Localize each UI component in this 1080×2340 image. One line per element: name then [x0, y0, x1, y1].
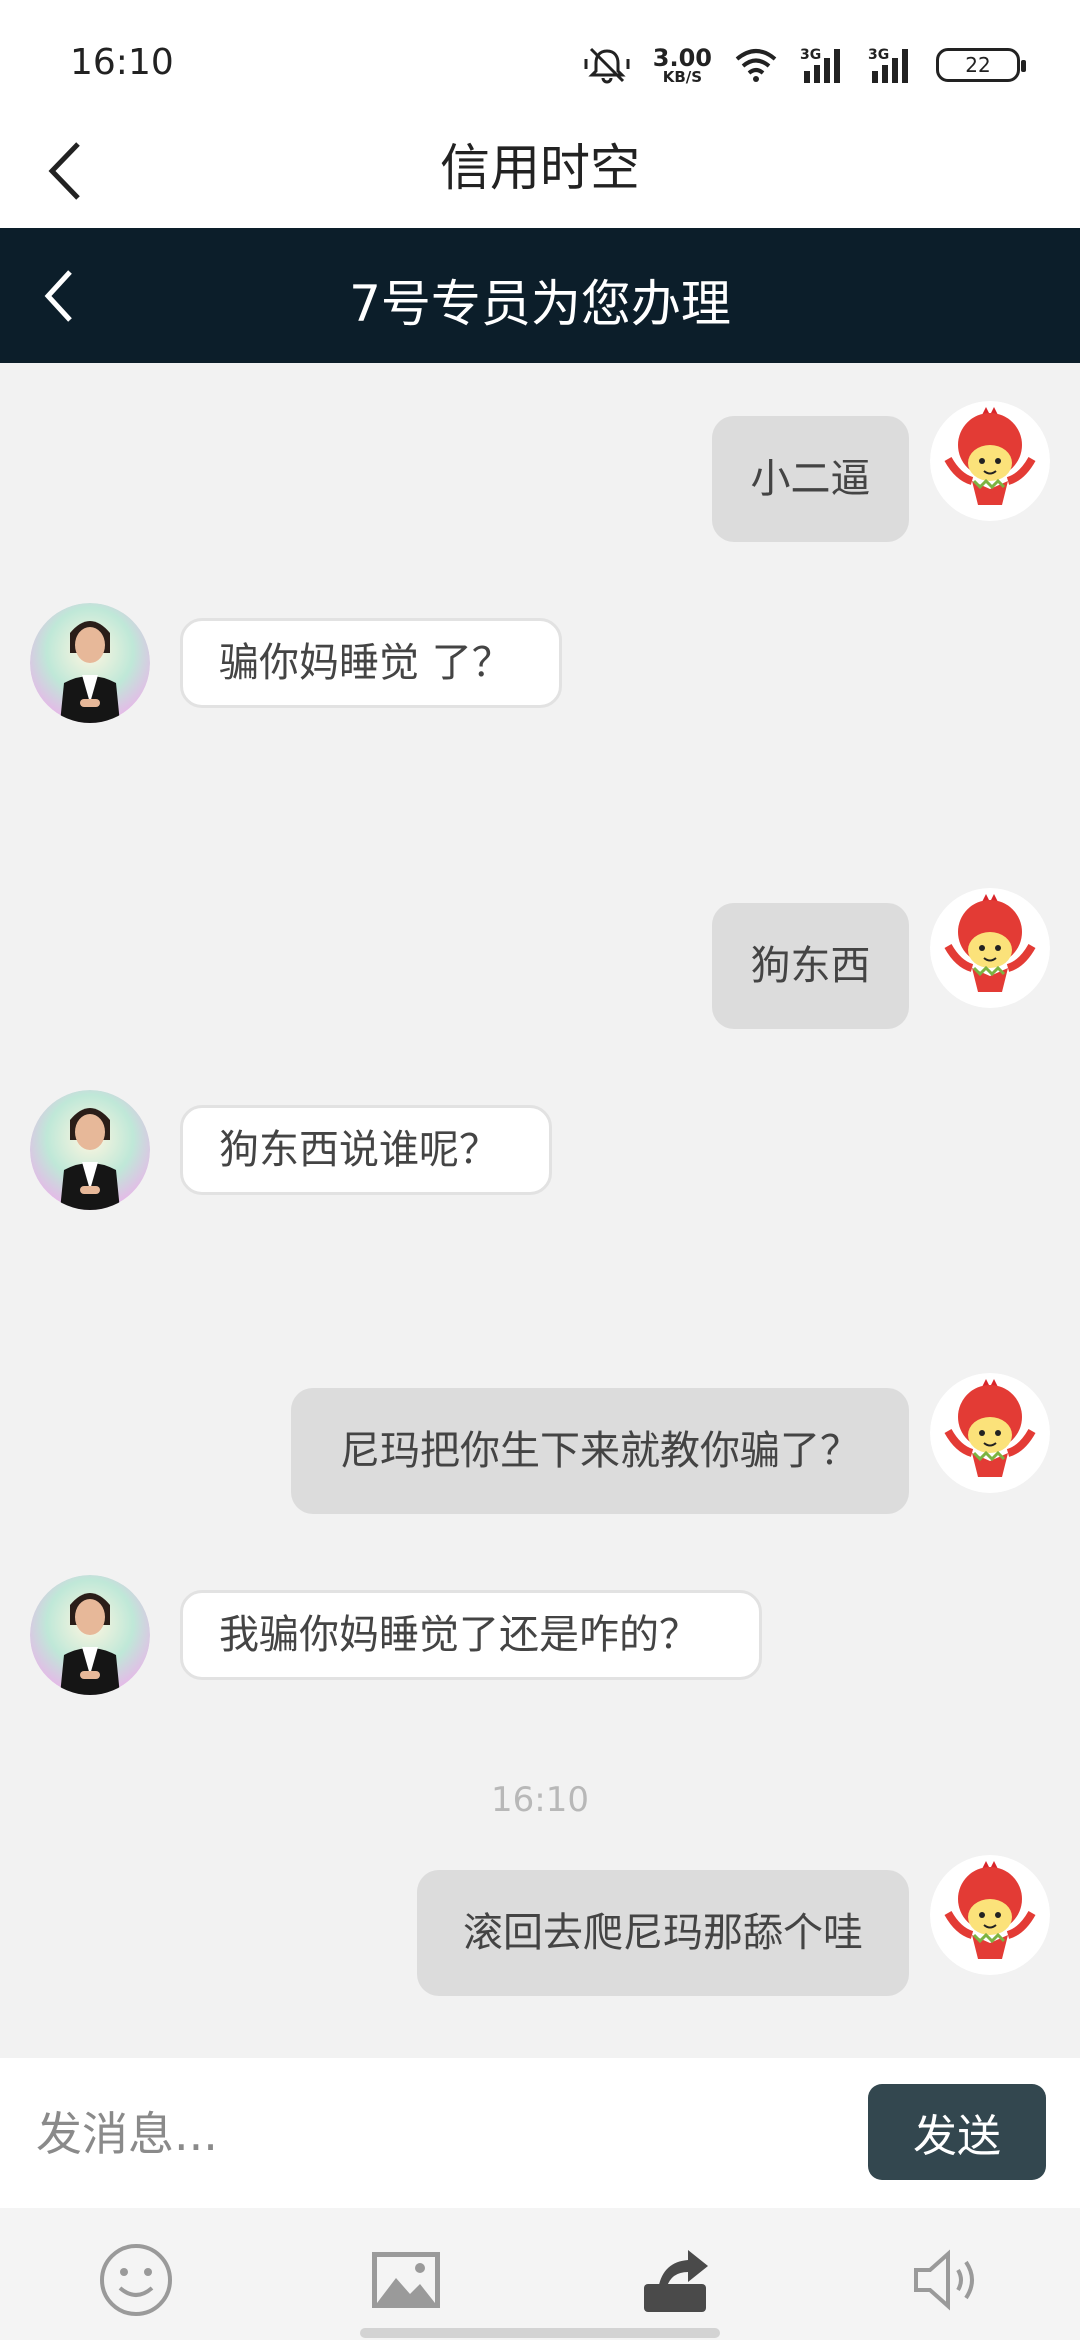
image-icon[interactable] — [366, 2240, 446, 2320]
message-bubble-sent[interactable]: 狗东西 — [712, 903, 909, 1029]
network-speed: 3.00 KB/S — [653, 46, 712, 85]
app-bar: 信用时空 — [0, 110, 1080, 228]
message-bubble-received[interactable]: 狗东西说谁呢？ — [180, 1105, 552, 1195]
message-input[interactable] — [36, 2088, 836, 2180]
message-bubble-received[interactable]: 骗你妈睡觉 了？ — [180, 618, 562, 708]
send-button[interactable]: 发送 — [868, 2084, 1046, 2180]
svg-text:3G: 3G — [868, 47, 889, 63]
pomegranate-mascot-icon — [930, 401, 1050, 521]
message-timestamp: 16:10 — [491, 1780, 589, 1820]
home-indicator[interactable] — [360, 2328, 720, 2338]
message-list[interactable]: 小二逼 骗你妈睡觉 了？ 狗东西 狗东西说谁呢？ 尼玛把你生下来就教你骗了？ 我… — [0, 363, 1080, 2058]
user-avatar[interactable] — [930, 888, 1050, 1008]
speaker-icon[interactable] — [906, 2240, 986, 2320]
message-bubble-sent[interactable]: 尼玛把你生下来就教你骗了？ — [291, 1388, 909, 1514]
chat-header: 7号专员为您办理 — [0, 228, 1080, 363]
bottom-toolbar — [0, 2208, 1080, 2340]
user-avatar[interactable] — [930, 1855, 1050, 1975]
speed-unit: KB/S — [662, 67, 703, 86]
svg-text:3G: 3G — [800, 47, 821, 63]
wifi-icon — [735, 49, 777, 82]
signal-icon: 3G — [868, 47, 908, 83]
agent-avatar[interactable] — [30, 1090, 150, 1210]
user-avatar[interactable] — [930, 401, 1050, 521]
pomegranate-mascot-icon — [930, 1373, 1050, 1493]
mute-vibrate-icon — [584, 47, 630, 84]
app-title: 信用时空 — [440, 139, 640, 197]
emoji-icon[interactable] — [96, 2240, 176, 2320]
user-avatar[interactable] — [930, 1373, 1050, 1493]
customer-service-agent-icon — [30, 1090, 150, 1210]
status-icons: 3.00 KB/S 3G 3G 22 — [583, 40, 1026, 90]
agent-avatar[interactable] — [30, 1575, 150, 1695]
customer-service-agent-icon — [30, 1575, 150, 1695]
status-time: 16:10 — [70, 42, 174, 83]
message-bubble-received[interactable]: 我骗你妈睡觉了还是咋的？ — [180, 1590, 762, 1680]
chat-title: 7号专员为您办理 — [349, 275, 731, 333]
speed-value: 3.00 — [652, 43, 712, 72]
message-bubble-sent[interactable]: 小二逼 — [712, 416, 909, 542]
agent-avatar[interactable] — [30, 603, 150, 723]
pomegranate-mascot-icon — [930, 1855, 1050, 1975]
signal-icon: 3G — [800, 47, 840, 83]
battery-icon: 22 — [936, 48, 1026, 82]
pomegranate-mascot-icon — [930, 888, 1050, 1008]
customer-service-agent-icon — [30, 603, 150, 723]
input-bar: 发送 — [0, 2058, 1080, 2208]
message-bubble-sent[interactable]: 滚回去爬尼玛那舔个哇 — [417, 1870, 909, 1996]
share-icon[interactable] — [636, 2240, 716, 2320]
